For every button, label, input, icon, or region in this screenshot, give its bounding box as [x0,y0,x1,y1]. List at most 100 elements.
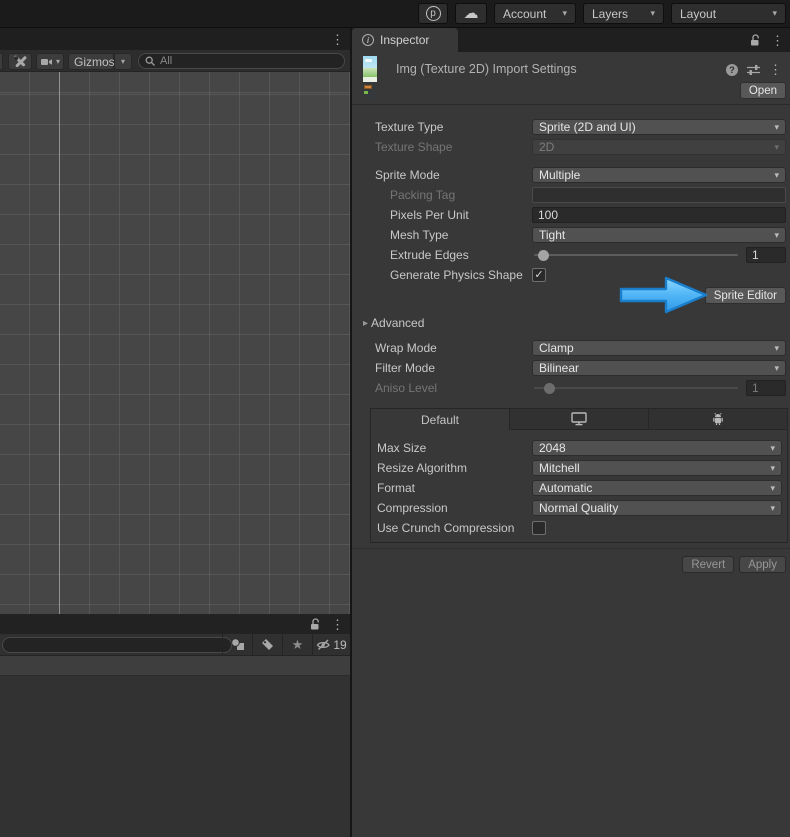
chevron-down-icon: ▾ [770,482,775,493]
format-row: Format Automatic ▾ [377,478,782,498]
chevron-down-icon: ▾ [56,57,61,66]
format-dropdown[interactable]: Automatic ▾ [532,480,782,496]
texture-type-dropdown[interactable]: Sprite (2D and UI) ▾ [532,119,786,135]
presets-icon[interactable] [747,64,760,76]
resize-algorithm-dropdown[interactable]: Mitchell ▾ [532,460,782,476]
apply-button[interactable]: Apply [739,556,786,573]
slider-handle[interactable] [538,249,549,261]
android-icon [713,412,723,425]
monitor-icon [571,412,587,426]
sprite-editor-button[interactable]: Sprite Editor [704,287,786,304]
filter-mode-row: Filter Mode Bilinear ▾ [352,358,790,378]
help-icon[interactable]: ? [726,63,738,76]
search-by-label-button[interactable] [252,634,282,655]
project-breadcrumb-bar [0,656,350,676]
gizmos-arrow-button[interactable]: ▾ [114,53,132,70]
import-settings-header: Img (Texture 2D) Import Settings ? ⋮ Ope… [352,52,790,105]
scene-grid-axis [59,72,60,614]
packing-tag-label: Packing Tag [390,188,456,202]
saved-search-button[interactable]: ★ [282,634,312,655]
page-title: Img (Texture 2D) Import Settings [396,62,577,76]
toolbar-edge-button[interactable] [0,53,3,70]
gizmos-label: Gizmos [74,54,115,69]
sprite-mode-label: Sprite Mode [375,168,440,182]
max-size-dropdown[interactable]: 2048 ▾ [532,440,782,456]
generate-physics-shape-checkbox[interactable]: ✓ [532,268,546,282]
packing-tag-row: Packing Tag [352,185,790,205]
foldout-triangle-icon: ▸ [363,317,369,329]
scene-viewport[interactable] [0,72,350,614]
mesh-type-dropdown[interactable]: Tight ▾ [532,227,786,243]
aniso-level-label: Aniso Level [375,381,438,395]
aniso-level-row: Aniso Level 1 [352,378,790,398]
sprite-mode-dropdown[interactable]: Multiple ▾ [532,167,786,183]
inspector-tab-bar: i Inspector ⋮ [352,28,790,52]
info-icon: i [362,34,374,46]
scene-view-toolbar: ▾ Gizmos ▾ All [0,50,350,72]
search-by-type-button[interactable] [222,634,252,655]
use-crunch-compression-row: Use Crunch Compression [377,518,782,538]
gizmos-dropdown[interactable]: Gizmos [68,53,115,70]
filter-mode-dropdown[interactable]: Bilinear ▾ [532,360,786,376]
pixels-per-unit-value: 100 [538,208,559,222]
compression-value: Normal Quality [539,501,619,515]
extrude-edges-slider[interactable] [532,247,740,263]
scene-search-input[interactable]: All [138,53,345,69]
platform-tabs: Default [371,409,787,430]
wrap-mode-value: Clamp [539,341,574,355]
generate-physics-shape-row: Generate Physics Shape ✓ [352,265,790,285]
wrap-mode-label: Wrap Mode [375,341,437,355]
unlock-icon[interactable] [750,34,761,46]
scene-camera-dropdown[interactable]: ▾ [36,53,64,70]
project-menu-kebab-icon[interactable]: ⋮ [331,618,344,631]
hidden-packages-toggle[interactable]: 19 [312,634,350,655]
star-icon: ★ [291,636,304,652]
scene-menu-kebab-icon[interactable]: ⋮ [331,33,344,46]
compression-label: Compression [377,501,448,515]
layers-dropdown[interactable]: Layers ▾ [583,3,664,24]
texture-type-value: Sprite (2D and UI) [539,120,636,134]
open-button[interactable]: Open [739,82,786,99]
tag-icon [262,639,273,650]
eye-slash-icon [317,639,331,650]
chevron-down-icon: ▾ [774,342,779,353]
extrude-edges-value-field[interactable]: 1 [746,247,786,263]
pixels-per-unit-row: Pixels Per Unit 100 [352,205,790,225]
tab-inspector[interactable]: i Inspector [352,28,458,52]
compression-dropdown[interactable]: Normal Quality ▾ [532,500,782,516]
mesh-type-value: Tight [539,228,566,242]
tab-android-platform[interactable] [649,409,787,430]
wrap-mode-dropdown[interactable]: Clamp ▾ [532,340,786,356]
scene-tools-button[interactable] [8,53,32,70]
advanced-label: Advanced [371,316,425,330]
layers-label: Layers [592,6,629,21]
aniso-level-value: 1 [752,381,759,395]
extrude-edges-row: Extrude Edges 1 [352,245,790,265]
extrude-edges-value: 1 [752,248,759,262]
texture-type-label: Texture Type [375,120,444,134]
version-control-button[interactable]: p [418,3,448,24]
wrap-mode-row: Wrap Mode Clamp ▾ [352,338,790,358]
inspector-menu-kebab-icon[interactable]: ⋮ [771,34,784,47]
annotation-arrow-icon [619,276,708,314]
pixels-per-unit-field[interactable]: 100 [532,207,786,223]
tab-standalone-platform[interactable] [510,409,649,430]
account-dropdown[interactable]: Account ▾ [494,3,576,24]
project-search-input[interactable] [2,637,232,653]
project-content-area[interactable] [0,676,350,837]
cloud-services-button[interactable]: ☁ [455,3,487,24]
use-crunch-compression-checkbox[interactable] [532,521,546,535]
chevron-down-icon: ▾ [770,462,775,473]
advanced-foldout[interactable]: ▸ Advanced [352,314,790,332]
apply-separator [352,548,790,549]
revert-button[interactable]: Revert [682,556,735,573]
chevron-down-icon: ▾ [774,141,779,152]
layout-dropdown[interactable]: Layout ▾ [671,3,786,24]
tab-default-platform[interactable]: Default [371,409,510,430]
unlock-icon[interactable] [310,618,321,630]
texture-shape-label: Texture Shape [375,140,453,154]
chevron-down-icon: ▾ [650,8,655,18]
chevron-down-icon: ▾ [562,8,567,18]
cloud-icon: ☁ [463,5,479,22]
header-kebab-icon[interactable]: ⋮ [769,63,782,76]
